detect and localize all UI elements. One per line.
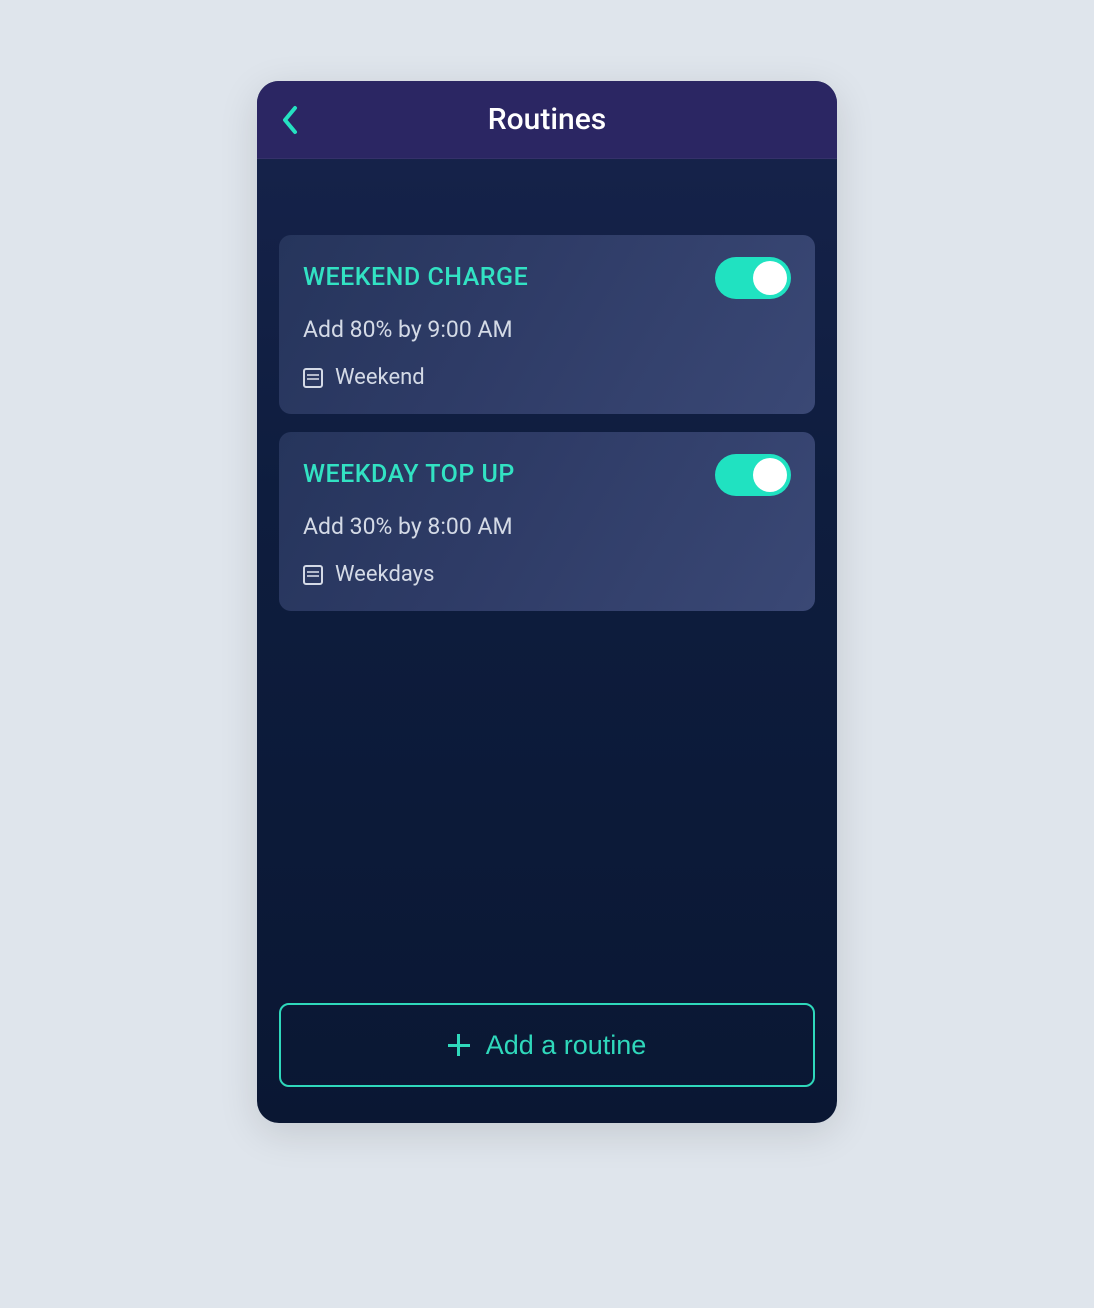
chevron-left-icon (279, 104, 303, 136)
calendar-icon (303, 368, 323, 388)
toggle-knob (753, 458, 787, 492)
routine-schedule: Weekend (303, 365, 791, 390)
calendar-icon (303, 565, 323, 585)
plus-icon (448, 1034, 470, 1056)
footer: Add a routine (257, 1003, 837, 1123)
toggle-knob (753, 261, 787, 295)
page-title: Routines (488, 102, 606, 137)
header-bar: Routines (257, 81, 837, 159)
routine-schedule-label: Weekend (335, 365, 425, 390)
routine-description: Add 30% by 8:00 AM (303, 513, 791, 540)
routine-schedule: Weekdays (303, 562, 791, 587)
back-button[interactable] (271, 81, 311, 158)
routine-schedule-label: Weekdays (335, 562, 434, 587)
routine-toggle[interactable] (715, 257, 791, 299)
add-routine-label: Add a routine (486, 1030, 647, 1061)
add-routine-button[interactable]: Add a routine (279, 1003, 815, 1087)
routine-description: Add 80% by 9:00 AM (303, 316, 791, 343)
routine-toggle[interactable] (715, 454, 791, 496)
routines-list: WEEKEND CHARGE Add 80% by 9:00 AM Weeken… (257, 159, 837, 1003)
app-screen: Routines WEEKEND CHARGE Add 80% by 9:00 … (257, 81, 837, 1123)
routine-card[interactable]: WEEKEND CHARGE Add 80% by 9:00 AM Weeken… (279, 235, 815, 414)
routine-card[interactable]: WEEKDAY TOP UP Add 30% by 8:00 AM Weekda… (279, 432, 815, 611)
